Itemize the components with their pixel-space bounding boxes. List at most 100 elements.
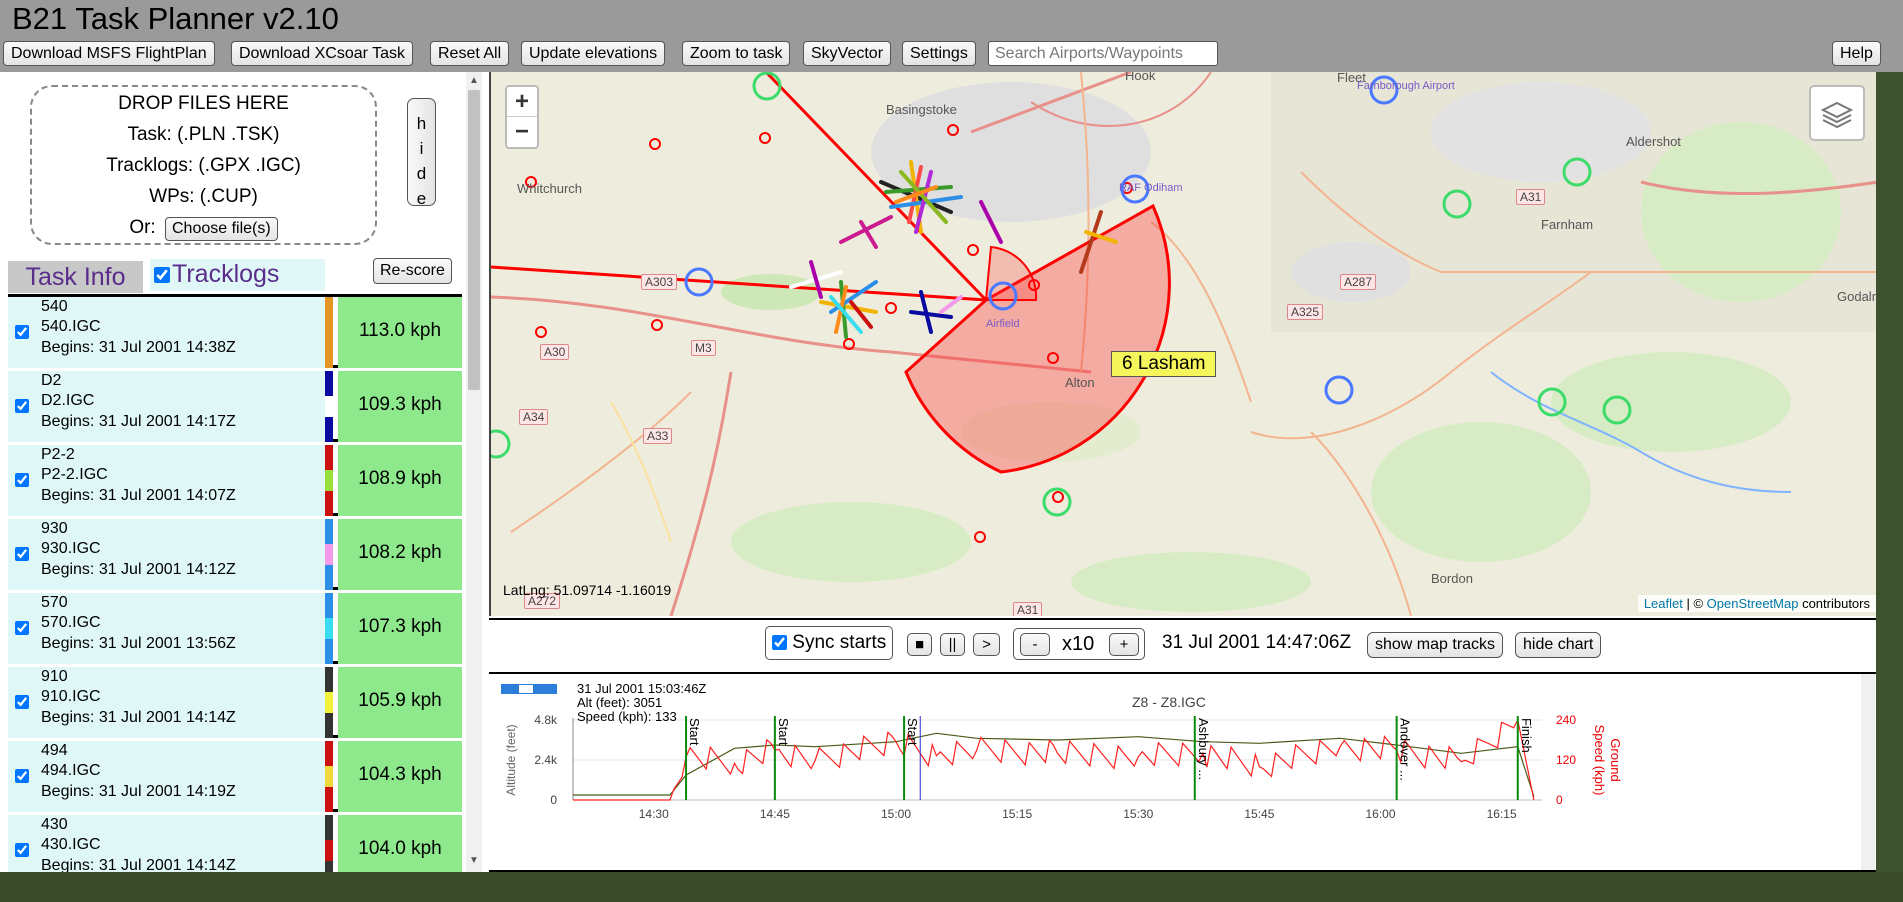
settings-button[interactable]: Settings [902,41,976,66]
color-stripe [325,565,333,590]
tracklog-checkbox[interactable] [15,473,29,487]
chart-info-time: 31 Jul 2001 15:03:46Z [577,681,707,696]
tracklog-begins: Begins: 31 Jul 2001 14:38Z [41,339,236,356]
zoom-to-task-button[interactable]: Zoom to task [682,41,791,66]
road-label: A30 [540,344,570,360]
tracklog-checkbox[interactable] [15,621,29,635]
download-msfs-flightplan-button[interactable]: Download MSFS FlightPlan [3,41,215,66]
tracklog-name: 540 [41,298,68,315]
stop-button[interactable]: ■ [907,633,932,656]
place-label: RAF Odiham [1119,182,1183,194]
tracklog-row[interactable]: 910 910.IGC Begins: 31 Jul 2001 14:14Z 105.… [8,667,462,738]
tab-tracklogs[interactable]: Tracklogs [150,259,325,291]
show-map-tracks-button[interactable]: show map tracks [1367,632,1504,658]
tracklog-file: 430.IGC [41,836,101,853]
faster-button[interactable]: + [1109,633,1139,656]
layers-icon[interactable] [1809,85,1865,141]
tracklog-checkbox[interactable] [15,399,29,413]
tracklog-speed: 104.3 kph [338,741,462,812]
desktop-background [0,872,1903,902]
color-stripe [325,840,333,861]
update-elevations-button[interactable]: Update elevations [521,41,666,66]
tracklog-checkbox[interactable] [15,695,29,709]
task-map[interactable]: + − Basingstoke Whitchurch Hook Fleet Al… [489,72,1876,616]
chart-y2-axis-title: Ground [1608,738,1623,781]
drop-task-types: Task: (.PLN .TSK) [127,124,280,145]
tracklog-color-swatch [325,371,333,442]
chart-y2-axis-title: Speed (kph) [1592,725,1607,796]
left-panel-scrollbar[interactable]: ▲ ▼ [466,72,482,872]
chart-info-alt: Alt (feet): 3051 [577,695,663,710]
tracklog-row[interactable]: 540 540.IGC Begins: 31 Jul 2001 14:38Z 113.… [8,297,462,368]
chart-scrollbar[interactable] [1861,674,1875,870]
place-label: Alton [1065,375,1095,390]
chart-y-tick-label: 0 [550,793,557,807]
tracklog-row[interactable]: D2 D2.IGC Begins: 31 Jul 2001 14:17Z 109.3 … [8,371,462,442]
skyvector-button[interactable]: SkyVector [803,41,892,66]
tracklog-row[interactable]: 494 494.IGC Begins: 31 Jul 2001 14:19Z 104.… [8,741,462,812]
color-stripe [325,713,333,738]
play-button[interactable]: > [973,633,1000,656]
chart-x-tick-label: 16:15 [1487,807,1517,821]
tracklog-speed: 108.2 kph [338,519,462,590]
chart-title: Z8 - Z8.IGC [1132,694,1206,710]
tracklog-file: 910.IGC [41,688,101,705]
tracklog-speed: 113.0 kph [338,297,462,368]
color-stripe [325,639,333,664]
tracklog-info: 930 930.IGC Begins: 31 Jul 2001 14:12Z [8,519,328,590]
sync-starts-toggle[interactable]: Sync starts [765,626,894,660]
tracklog-row[interactable]: 570 570.IGC Begins: 31 Jul 2001 13:56Z 107.… [8,593,462,664]
chart-y2-tick-label: 120 [1556,753,1576,767]
chart-marker-label: Andover ... [1398,718,1413,781]
download-xcsoar-task-button[interactable]: Download XCsoar Task [231,41,414,66]
slower-button[interactable]: - [1020,633,1050,656]
playback-controls: Sync starts ■ || > - x10 + 31 Jul 2001 1… [489,618,1876,670]
rescore-button[interactable]: Re-score [373,258,452,284]
chart-marker-label: Start [776,718,791,746]
tracklog-speed: 105.9 kph [338,667,462,738]
tracklog-checkbox[interactable] [15,547,29,561]
app-title: B21 Task Planner v2.10 [12,1,339,36]
tracklog-name: 910 [41,668,68,685]
hide-panel-button[interactable]: h i d e [407,98,436,208]
chart-x-tick-label: 15:15 [1002,807,1032,821]
tracklogs-checkbox[interactable] [154,267,170,284]
tracklog-begins: Begins: 31 Jul 2001 14:14Z [41,709,236,726]
osm-link[interactable]: OpenStreetMap [1707,596,1799,611]
scroll-up-icon[interactable]: ▲ [469,75,479,86]
hide-chart-button[interactable]: hide chart [1515,632,1602,658]
choose-files-button[interactable]: Choose file(s) [164,217,278,241]
chart-y-tick-label: 2.4k [534,753,558,767]
zoom-out-button[interactable]: − [507,117,537,147]
tracklog-checkbox[interactable] [15,843,29,857]
tracklog-file: 494.IGC [41,762,101,779]
tracklog-list: 540 540.IGC Begins: 31 Jul 2001 14:38Z 113.… [8,294,462,902]
tracklog-info: 540 540.IGC Begins: 31 Jul 2001 14:38Z [8,297,328,368]
altitude-speed-chart[interactable]: 4.8k 2.4k 0 240 120 0 14:30 14:45 15:00 15:15 15:3… [489,672,1876,872]
tracklog-row[interactable]: 930 930.IGC Begins: 31 Jul 2001 14:12Z 108.… [8,519,462,590]
color-stripe [325,396,333,417]
tracklog-name: D2 [41,372,62,389]
tracklog-checkbox[interactable] [15,325,29,339]
tracklog-name: 430 [41,816,68,833]
search-airports-input[interactable] [988,41,1218,66]
waypoint-tooltip: 6 Lasham [1111,351,1217,377]
pause-button[interactable]: || [940,633,965,656]
help-button[interactable]: Help [1832,41,1881,66]
color-stripe [325,766,333,787]
file-drop-zone[interactable]: DROP FILES HERE Task: (.PLN .TSK) Trackl… [30,85,377,245]
scroll-down-icon[interactable]: ▼ [469,855,479,866]
place-label: Aldershot [1626,134,1681,149]
road-label: A303 [641,274,678,290]
leaflet-link[interactable]: Leaflet [1644,596,1683,611]
scrollbar-thumb[interactable] [468,90,480,390]
tracklog-speed: 108.9 kph [338,445,462,516]
reset-all-button[interactable]: Reset All [430,41,510,66]
tracklog-checkbox[interactable] [15,769,29,783]
zoom-in-button[interactable]: + [507,87,537,117]
tab-task-info[interactable]: Task Info [8,261,143,293]
tracklog-info: 494 494.IGC Begins: 31 Jul 2001 14:19Z [8,741,328,812]
left-panel: DROP FILES HERE Task: (.PLN .TSK) Trackl… [0,72,484,902]
tracklog-row[interactable]: P2-2 P2-2.IGC Begins: 31 Jul 2001 14:07Z 10… [8,445,462,516]
sync-starts-checkbox[interactable] [772,635,787,651]
